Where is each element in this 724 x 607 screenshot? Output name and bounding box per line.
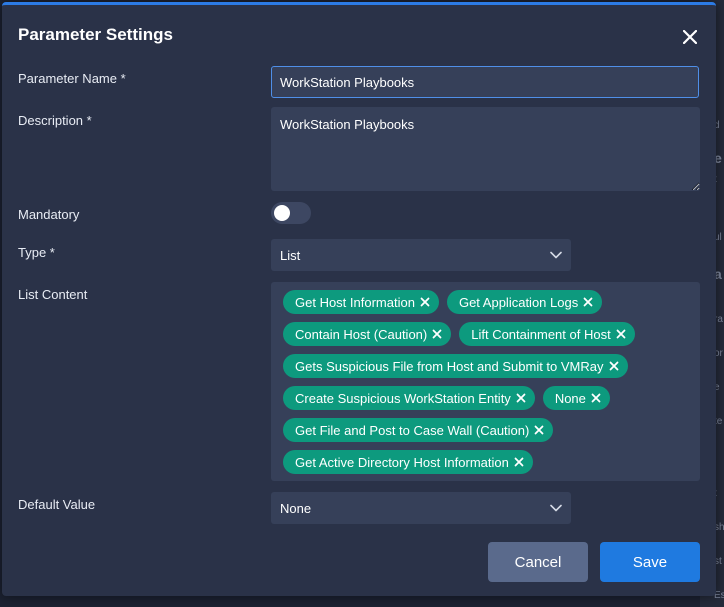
remove-chip-icon[interactable]: [583, 297, 593, 307]
description-textarea[interactable]: WorkStation Playbooks: [271, 107, 700, 191]
chip-label: Get Active Directory Host Information: [295, 454, 509, 470]
chip-label: Get Host Information: [295, 294, 415, 310]
default-value-label: Default Value: [18, 497, 96, 512]
parameter-settings-dialog: Parameter Settings Parameter Name * Desc…: [2, 2, 716, 596]
save-button[interactable]: Save: [600, 542, 700, 582]
list-content-chip[interactable]: Lift Containment of Host: [459, 322, 635, 346]
chip-label: Get Application Logs: [458, 294, 579, 310]
remove-chip-icon[interactable]: [591, 393, 601, 403]
default-value-select-value: None: [280, 500, 312, 516]
chevron-down-icon: [550, 251, 562, 259]
list-content-chip[interactable]: Gets Suspicious File from Host and Submi…: [283, 354, 628, 378]
chip-label: Get File and Post to Case Wall (Caution): [295, 422, 530, 438]
type-select[interactable]: List: [271, 239, 571, 271]
list-content-chip[interactable]: None: [542, 386, 610, 410]
chip-label: Gets Suspicious File from Host and Submi…: [295, 358, 604, 374]
cancel-button[interactable]: Cancel: [488, 542, 588, 582]
chevron-down-icon: [550, 504, 562, 512]
mandatory-toggle[interactable]: [271, 202, 311, 224]
remove-chip-icon[interactable]: [420, 297, 430, 307]
list-content-chip[interactable]: Contain Host (Caution): [283, 322, 452, 346]
list-content-chip[interactable]: Get Host Information: [283, 290, 439, 314]
parameter-name-label: Parameter Name *: [18, 71, 126, 86]
remove-chip-icon[interactable]: [516, 393, 526, 403]
type-select-value: List: [280, 247, 301, 263]
description-label: Description *: [18, 113, 92, 128]
chip-label: Create Suspicious WorkStation Entity: [295, 390, 511, 406]
remove-chip-icon[interactable]: [609, 361, 619, 371]
remove-chip-icon[interactable]: [432, 329, 442, 339]
chip-label: Lift Containment of Host: [471, 326, 611, 342]
mandatory-label: Mandatory: [18, 207, 80, 222]
parameter-name-input[interactable]: [271, 66, 699, 98]
default-value-select[interactable]: None: [271, 492, 571, 524]
list-content-chip[interactable]: Get Application Logs: [446, 290, 603, 314]
close-icon: [683, 30, 697, 44]
remove-chip-icon[interactable]: [616, 329, 626, 339]
list-content-chip[interactable]: Get File and Post to Case Wall (Caution): [283, 418, 554, 442]
chip-label: None: [554, 390, 586, 406]
list-content-chip[interactable]: Create Suspicious WorkStation Entity: [283, 386, 535, 410]
type-label: Type *: [18, 245, 55, 260]
dialog-title: Parameter Settings: [18, 25, 173, 44]
list-content-label: List Content: [18, 287, 88, 302]
chip-label: Contain Host (Caution): [295, 326, 428, 342]
list-content-chip[interactable]: Get Active Directory Host Information: [283, 450, 533, 474]
toggle-knob: [274, 205, 290, 221]
remove-chip-icon[interactable]: [534, 425, 544, 435]
close-button[interactable]: [678, 25, 702, 49]
remove-chip-icon[interactable]: [514, 457, 524, 467]
list-content-box[interactable]: Get Host Information Get Application Logs…: [271, 282, 700, 481]
